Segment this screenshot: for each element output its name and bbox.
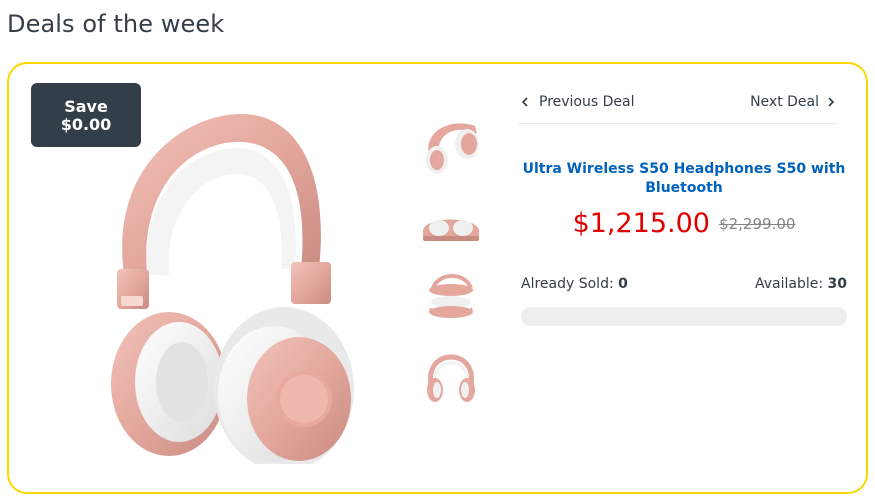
thumbnail-headphones-front[interactable] bbox=[415, 344, 487, 406]
next-deal-label: Next Deal bbox=[750, 94, 819, 110]
product-title-link[interactable]: Ultra Wireless S50 Headphones S50 with B… bbox=[519, 160, 849, 198]
deal-navigation: Previous Deal Next Deal bbox=[519, 88, 837, 124]
thumbnail-headphones-side[interactable] bbox=[415, 116, 487, 178]
previous-deal-link[interactable]: Previous Deal bbox=[519, 94, 634, 110]
chevron-left-icon bbox=[521, 97, 528, 107]
already-sold: Already Sold: 0 bbox=[521, 276, 628, 292]
already-sold-label: Already Sold: bbox=[521, 276, 614, 292]
section-title: Deals of the week bbox=[7, 10, 225, 38]
thumbnail-headphones-top[interactable] bbox=[415, 268, 487, 330]
thumbnail-headphones-folded[interactable] bbox=[415, 192, 487, 254]
next-deal-link[interactable]: Next Deal bbox=[750, 94, 837, 110]
thumbnail-list bbox=[415, 116, 487, 420]
available-label: Available: bbox=[754, 276, 824, 292]
product-main-image[interactable] bbox=[29, 104, 414, 464]
already-sold-value: 0 bbox=[618, 276, 628, 292]
previous-deal-label: Previous Deal bbox=[539, 94, 635, 110]
available-stock: Available: 30 bbox=[755, 276, 847, 292]
sold-progress-bar bbox=[521, 307, 847, 326]
deal-card: Save $0.00 Previous Deal Next Deal Ultra… bbox=[7, 62, 868, 494]
available-value: 30 bbox=[827, 276, 847, 292]
save-amount: $0.00 bbox=[60, 115, 112, 134]
save-label: Save bbox=[64, 97, 108, 116]
save-badge: Save $0.00 bbox=[31, 83, 141, 147]
price-row: $1,215.00 $2,299.00 bbox=[519, 208, 849, 239]
current-price: $1,215.00 bbox=[572, 208, 710, 239]
old-price: $2,299.00 bbox=[719, 214, 796, 233]
chevron-right-icon bbox=[828, 97, 835, 107]
